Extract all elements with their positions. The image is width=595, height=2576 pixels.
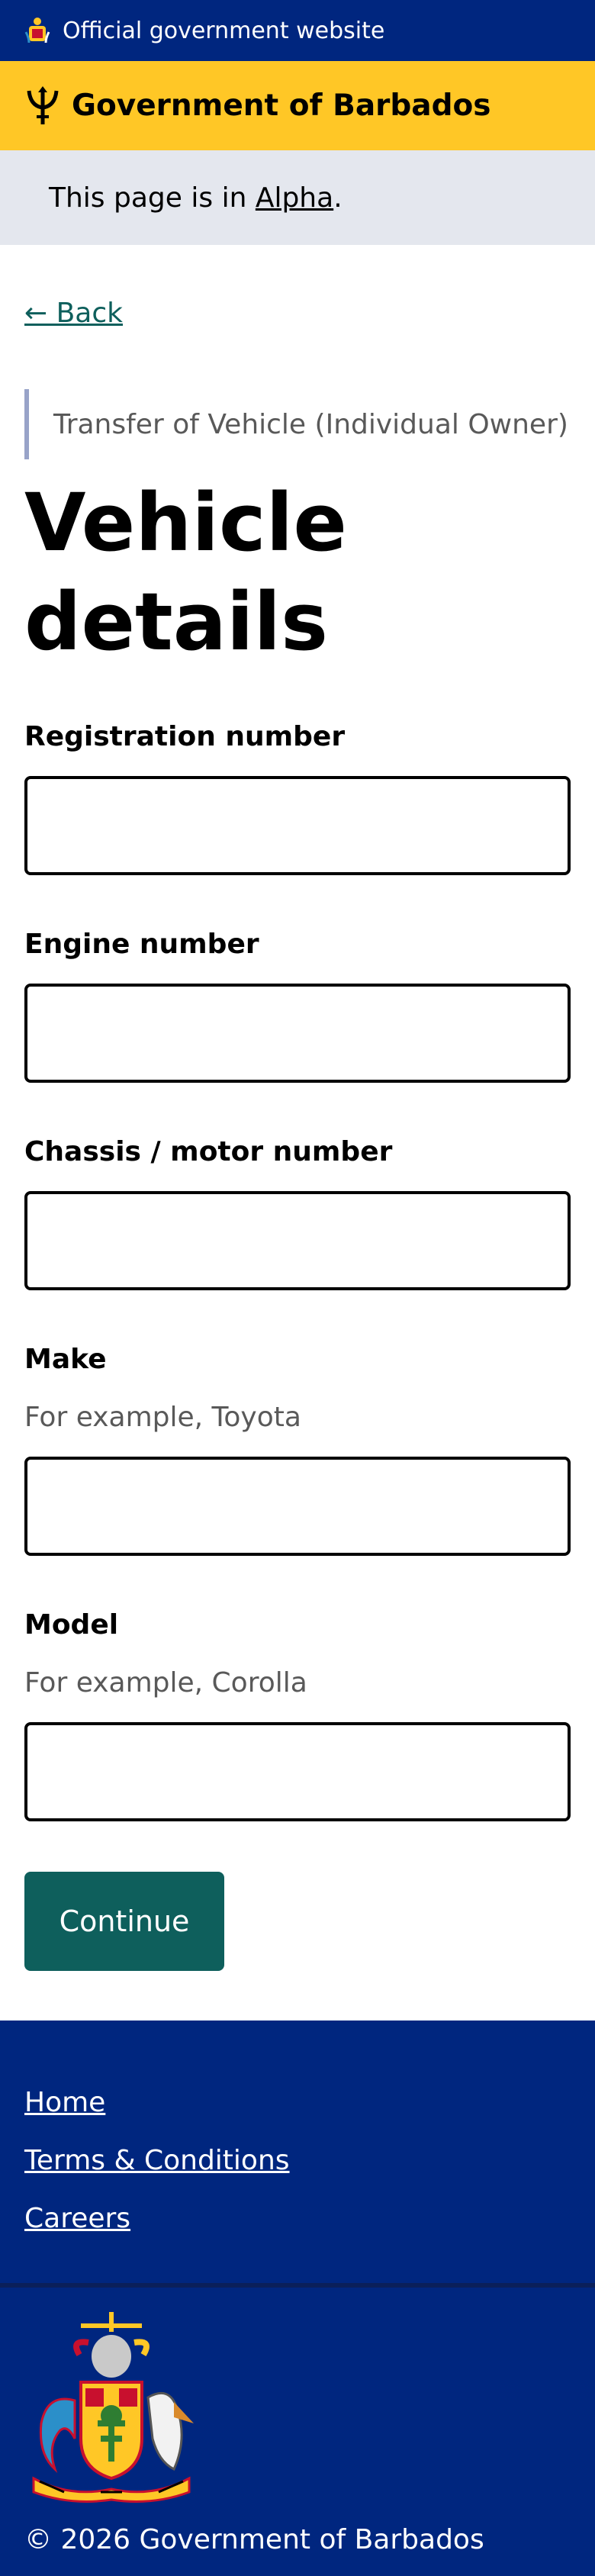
- service-caption: Transfer of Vehicle (Individual Owner): [24, 389, 571, 459]
- phase-link[interactable]: Alpha: [256, 182, 333, 214]
- model-label: Model: [24, 1609, 119, 1641]
- footer-divider: [0, 2283, 595, 2288]
- phase-banner-text: This page is in Alpha.: [49, 182, 343, 214]
- model-input[interactable]: [24, 1722, 571, 1821]
- footer: Home Terms & Conditions Careers © 2026 G…: [0, 2021, 595, 2576]
- coat-of-arms-icon: [32, 2312, 194, 2503]
- continue-button[interactable]: Continue: [24, 1872, 224, 1971]
- engine-number-label: Engine number: [24, 929, 259, 960]
- footer-link-terms[interactable]: Terms & Conditions: [24, 2132, 290, 2190]
- brand-header: Government of Barbados: [0, 61, 595, 150]
- make-label: Make: [24, 1344, 107, 1375]
- official-banner-text: Official government website: [63, 17, 385, 44]
- chassis-number-label: Chassis / motor number: [24, 1136, 393, 1167]
- make-input[interactable]: [24, 1457, 571, 1556]
- footer-link-careers[interactable]: Careers: [24, 2190, 290, 2248]
- phase-banner: This page is in Alpha.: [0, 150, 595, 245]
- site-title[interactable]: Government of Barbados: [72, 89, 491, 123]
- registration-number-label: Registration number: [24, 721, 346, 752]
- footer-link-home[interactable]: Home: [24, 2074, 290, 2132]
- page-title: Vehicle details: [24, 476, 347, 668]
- chassis-number-input[interactable]: [24, 1191, 571, 1290]
- crest-icon: [24, 18, 50, 43]
- engine-number-input[interactable]: [24, 984, 571, 1083]
- official-banner: Official government website: [0, 0, 595, 61]
- trident-icon[interactable]: [24, 85, 61, 126]
- back-link[interactable]: ← Back: [24, 298, 123, 329]
- registration-number-input[interactable]: [24, 776, 571, 875]
- make-hint: For example, Toyota: [24, 1402, 301, 1433]
- copyright-text: © 2026 Government of Barbados: [24, 2524, 484, 2555]
- model-hint: For example, Corolla: [24, 1667, 307, 1699]
- footer-nav: Home Terms & Conditions Careers: [24, 2074, 290, 2248]
